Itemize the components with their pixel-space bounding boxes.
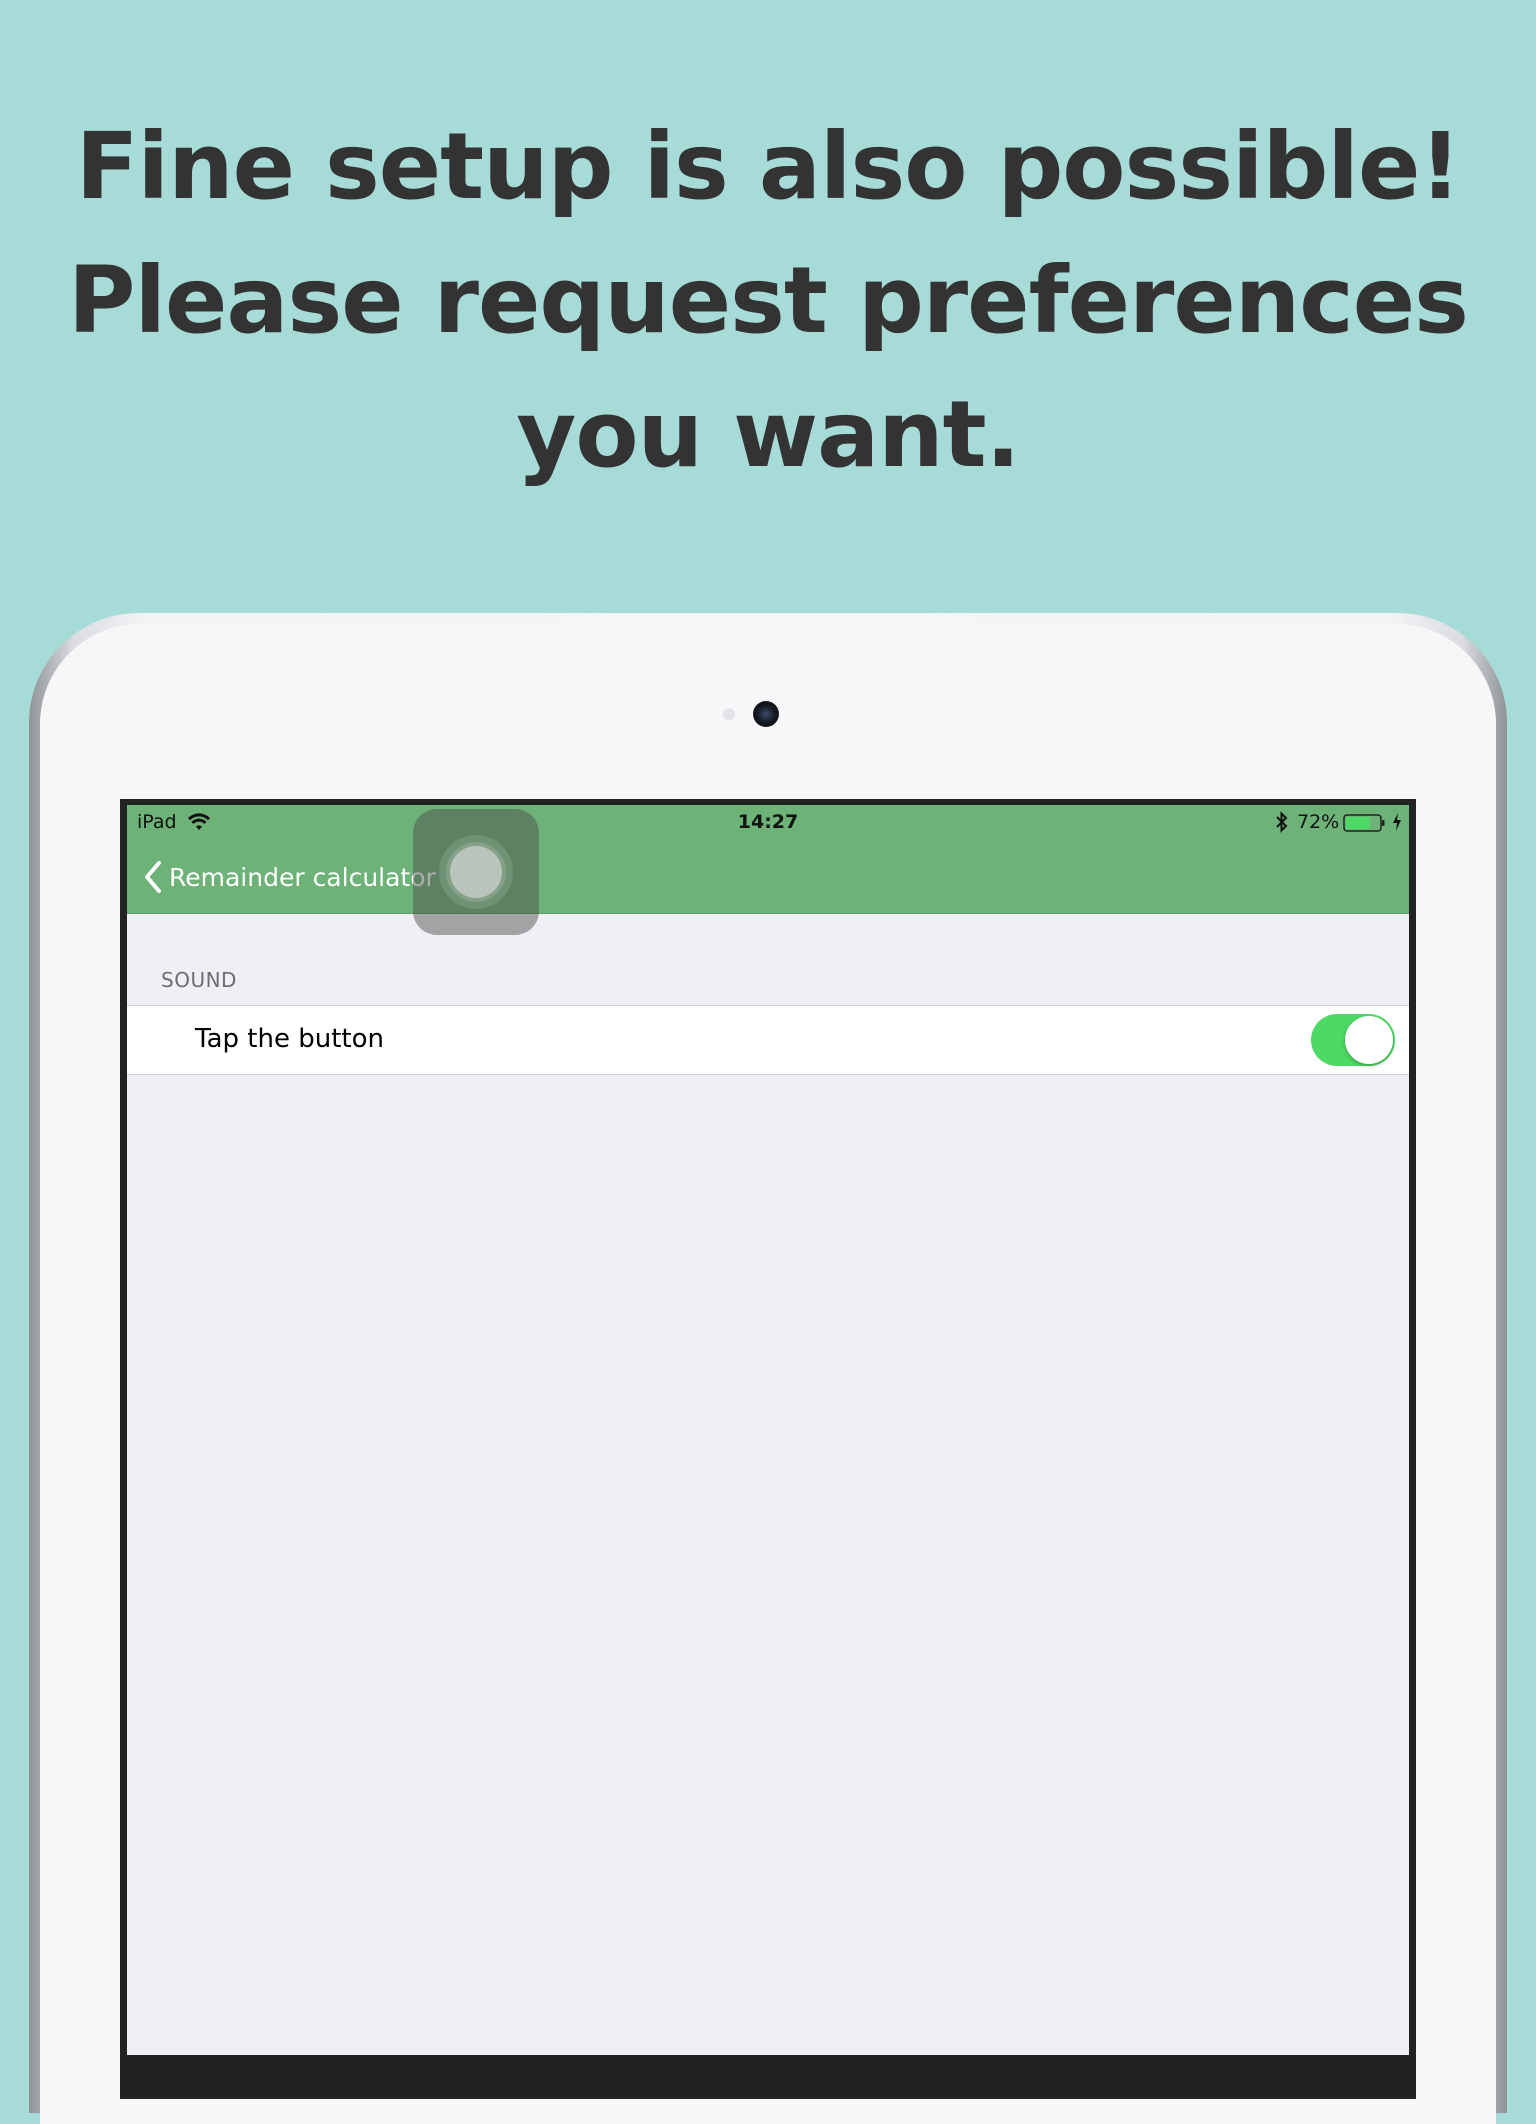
assistive-touch-button[interactable] [413, 809, 539, 935]
settings-row-label: Tap the button [195, 1024, 384, 1054]
back-button-label: Remainder calculator [169, 862, 436, 892]
navigation-bar: iPad 14:27 72% Remainder calculator [127, 805, 1409, 935]
assistive-touch-dot [450, 846, 502, 898]
back-button[interactable]: Remainder calculator [143, 855, 436, 899]
chevron-left-icon [145, 861, 161, 893]
promo-headline: Fine setup is also possible! Please requ… [0, 100, 1536, 502]
ipad-screen: iPad 14:27 72% Remainder calculator SOUN… [127, 805, 1409, 2055]
toggle-knob [1345, 1016, 1393, 1064]
headline-line-2: Please request preferences [68, 247, 1469, 354]
bluetooth-icon [1276, 811, 1288, 833]
charging-icon [1393, 813, 1401, 831]
status-time: 14:27 [737, 811, 799, 833]
battery-percent: 72% [1297, 811, 1340, 833]
headline-line-3: you want. [516, 381, 1020, 488]
battery-icon [1343, 814, 1385, 832]
battery-fill [1346, 817, 1370, 829]
ambient-sensor [723, 708, 735, 720]
settings-row-tap-sound: Tap the button [127, 1005, 1409, 1075]
headline-line-1: Fine setup is also possible! [75, 113, 1462, 220]
section-header-sound: SOUND [161, 968, 237, 992]
tap-sound-toggle[interactable] [1311, 1014, 1395, 1066]
front-camera-icon [753, 701, 779, 727]
status-bar: iPad 14:27 72% [127, 805, 1409, 841]
